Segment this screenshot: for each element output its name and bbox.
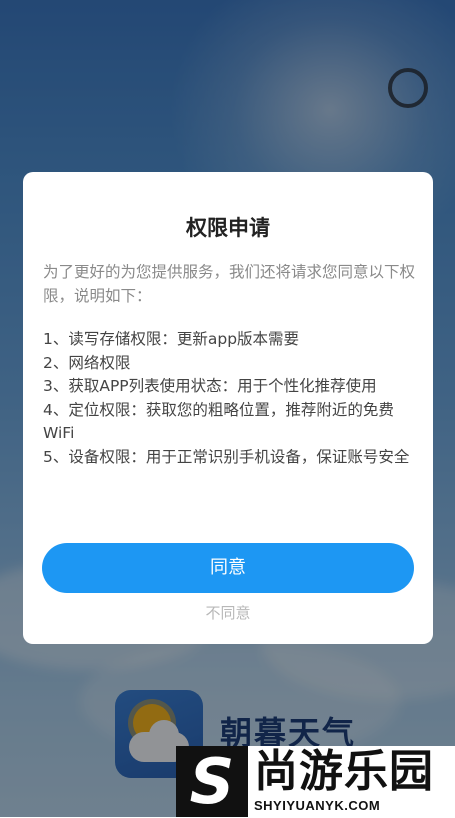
permission-item: 3、获取APP列表使用状态：用于个性化推荐使用 [43, 377, 377, 395]
permission-item: 2、网络权限 [43, 353, 131, 372]
disagree-button[interactable]: 不同意 [23, 602, 433, 623]
permission-dialog: 权限申请 为了更好的为您提供服务，我们还将请求您同意以下权限，说明如下： 1、读… [23, 172, 433, 644]
dialog-title: 权限申请 [186, 216, 270, 240]
watermark-name: 尚游乐园 [254, 746, 434, 797]
permission-item: 4、定位权限：获取您的粗略位置，推荐附近的免费WiFi [43, 400, 394, 443]
agree-button[interactable]: 同意 [42, 543, 414, 593]
watermark-logo: S 尚游乐园 SHYIYUANYK.COM [176, 746, 455, 817]
dialog-intro: 为了更好的为您提供服务，我们还将请求您同意以下权限，说明如下： [43, 263, 416, 305]
watermark-domain: SHYIYUANYK.COM [254, 798, 381, 813]
permission-list: 1、读写存储权限：更新app版本需要 2、网络权限 3、获取APP列表使用状态：… [43, 328, 415, 469]
watermark-mark: S [176, 746, 248, 817]
permission-item: 5、设备权限：用于正常识别手机设备，保证账号安全 [43, 447, 410, 466]
permission-item: 1、读写存储权限：更新app版本需要 [43, 330, 300, 348]
